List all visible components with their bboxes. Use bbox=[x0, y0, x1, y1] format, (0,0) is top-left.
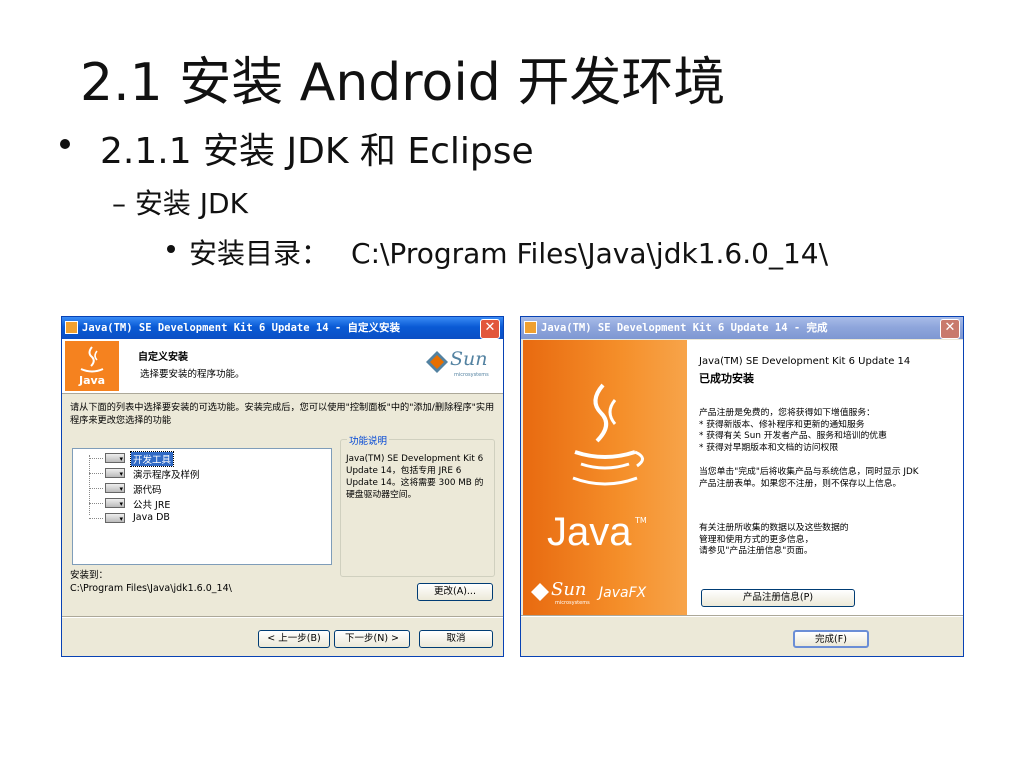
text-line: 产品注册表单。如果您不注册，则不保存以上信息。 bbox=[699, 478, 902, 489]
feature-dropdown-icon[interactable]: ▾ bbox=[105, 498, 125, 508]
bullet-dot bbox=[167, 245, 175, 253]
text-line: * 获得有关 Sun 开发者产品、服务和培训的优惠 bbox=[699, 431, 887, 441]
tree-connector bbox=[89, 503, 103, 504]
sun-logo-text: Sun bbox=[551, 579, 587, 600]
text-line: 管理和使用方式的更多信息， bbox=[699, 534, 814, 545]
custom-setup-window: Java(TM) SE Development Kit 6 Update 14 … bbox=[61, 316, 504, 657]
finish-note: 当您单击"完成"后将收集产品与系统信息，同时显示 JDK 产品注册表单。如果您不注… bbox=[699, 467, 919, 490]
feature-tree[interactable]: ▾ 开发工具 ▾ 演示程序及样例 ▾ 源代码 ▾ 公共 JRE ▾ Java DB bbox=[72, 448, 332, 565]
text-line: 当您单击"完成"后将收集产品与系统信息，同时显示 JDK bbox=[699, 467, 919, 477]
java-logo-text: Java bbox=[79, 374, 106, 387]
divider bbox=[521, 615, 963, 617]
text-line: 有关注册所收集的数据以及这些数据的 bbox=[699, 523, 849, 533]
sun-javafx-strip: Sun microsystems JavaFX bbox=[523, 577, 687, 607]
sun-logo-text: Sun bbox=[450, 348, 488, 370]
product-name: Java(TM) SE Development Kit 6 Update 14 bbox=[699, 356, 911, 367]
sun-logo-subtext: microsystems bbox=[454, 372, 489, 378]
data-note: 有关注册所收集的数据以及这些数据的 管理和使用方式的更多信息， 请参见"产品注册信息… bbox=[699, 523, 849, 558]
feature-description-group: 功能说明 Java(TM) SE Development Kit 6 Updat… bbox=[340, 433, 495, 577]
text-line: * 获得对早期版本和文档的访问权限 bbox=[699, 442, 839, 453]
cancel-button[interactable]: 取消 bbox=[419, 630, 493, 648]
feature-dropdown-icon[interactable]: ▾ bbox=[105, 468, 125, 478]
installer-icon bbox=[524, 321, 537, 334]
instructions-text: 请从下面的列表中选择要安装的可选功能。安装完成后，您可以使用"控制面板"中的"添… bbox=[70, 402, 495, 426]
window-title: Java(TM) SE Development Kit 6 Update 14 … bbox=[82, 322, 401, 334]
divider bbox=[62, 616, 503, 618]
back-button[interactable]: < 上一步(B) bbox=[258, 630, 330, 648]
bullet-level2: – 安装 JDK bbox=[112, 187, 248, 220]
bullet-level1: 2.1.1 安装 JDK 和 Eclipse bbox=[60, 122, 534, 174]
feature-label: 开发工具 bbox=[129, 451, 175, 467]
javafx-logo-text: JavaFX bbox=[599, 585, 647, 601]
feature-label: Java DB bbox=[133, 512, 170, 523]
sun-logo-icon bbox=[531, 583, 549, 601]
installer-icon bbox=[65, 321, 78, 334]
install-dir-path: C:\Program Files\Java\jdk1.6.0_14\ bbox=[351, 237, 828, 270]
success-text: 已成功安装 bbox=[699, 372, 754, 385]
install-dir-label: 安装目录： bbox=[189, 237, 330, 270]
install-path: C:\Program Files\Java\jdk1.6.0_14\ bbox=[70, 583, 232, 594]
description-text: Java(TM) SE Development Kit 6 Update 14，… bbox=[346, 454, 484, 500]
install-complete-window: Java(TM) SE Development Kit 6 Update 14 … bbox=[520, 316, 964, 657]
slide-title: 2.1 安装 Android 开发环境 bbox=[80, 53, 726, 113]
finish-button[interactable]: 完成(F) bbox=[793, 630, 869, 648]
feature-label: 演示程序及样例 bbox=[133, 470, 200, 481]
tree-vertical-line bbox=[89, 455, 90, 515]
header-panel: Java 自定义安装 选择要安装的程序功能。 Sun microsystems bbox=[62, 339, 503, 394]
close-button[interactable]: ✕ bbox=[480, 319, 500, 339]
header-subtitle: 选择要安装的程序功能。 bbox=[140, 369, 245, 380]
text-line: 产品注册是免费的，您将获得如下增值服务： bbox=[699, 408, 875, 418]
header-title: 自定义安装 bbox=[138, 352, 188, 363]
java-logo-tm: TM bbox=[635, 516, 647, 525]
content-panel: Java(TM) SE Development Kit 6 Update 14 … bbox=[687, 340, 963, 615]
sun-logo-icon bbox=[426, 351, 448, 373]
description-title: 功能说明 bbox=[347, 433, 390, 447]
java-logo-icon: Java bbox=[65, 341, 119, 391]
window-title: Java(TM) SE Development Kit 6 Update 14 … bbox=[541, 322, 828, 334]
bullet-level1-text: 2.1.1 安装 JDK 和 Eclipse bbox=[100, 131, 534, 172]
sun-logo-subtext: microsystems bbox=[555, 600, 590, 606]
tree-connector bbox=[89, 488, 103, 489]
registration-benefits: 产品注册是免费的，您将获得如下增值服务： * 获得新版本、修补程序和更新的通知服务… bbox=[699, 408, 887, 454]
change-button[interactable]: 更改(A)... bbox=[417, 583, 493, 601]
feature-dropdown-icon[interactable]: ▾ bbox=[105, 453, 125, 463]
java-cup-icon bbox=[572, 383, 644, 486]
install-to-label: 安装到： bbox=[70, 570, 109, 581]
titlebar: Java(TM) SE Development Kit 6 Update 14 … bbox=[62, 317, 503, 339]
bullet-dot bbox=[60, 139, 70, 149]
next-button[interactable]: 下一步(N) > bbox=[334, 630, 410, 648]
registration-info-button[interactable]: 产品注册信息(P) bbox=[701, 589, 855, 607]
tree-connector bbox=[89, 473, 103, 474]
feature-dropdown-icon[interactable]: ▾ bbox=[105, 513, 125, 523]
java-logo-text: Java bbox=[547, 510, 632, 554]
java-brand-panel: Java TM bbox=[523, 340, 687, 615]
feature-label: 源代码 bbox=[133, 485, 162, 496]
tree-connector bbox=[89, 518, 103, 519]
bullet-level3: 安装目录： C:\Program Files\Java\jdk1.6.0_14\ bbox=[165, 232, 828, 272]
feature-dropdown-icon[interactable]: ▾ bbox=[105, 483, 125, 493]
feature-label: 公共 JRE bbox=[133, 500, 171, 511]
titlebar: Java(TM) SE Development Kit 6 Update 14 … bbox=[521, 317, 963, 339]
text-line: 请参见"产品注册信息"页面。 bbox=[699, 546, 813, 556]
text-line: * 获得新版本、修补程序和更新的通知服务 bbox=[699, 419, 865, 430]
close-button[interactable]: ✕ bbox=[940, 319, 960, 339]
tree-connector bbox=[89, 458, 103, 459]
